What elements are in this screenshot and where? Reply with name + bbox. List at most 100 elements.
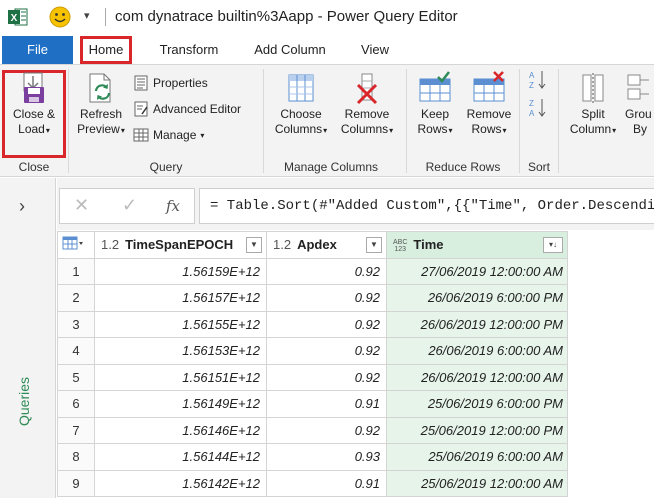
excel-icon[interactable]: X (8, 8, 28, 26)
svg-text:A: A (529, 109, 535, 118)
column-type-decimal[interactable]: 1.2 (273, 237, 291, 252)
cell-timespanepoch[interactable]: 1.56142E+12 (94, 469, 267, 497)
properties-label: Properties (153, 76, 208, 90)
properties-button[interactable]: Properties (133, 72, 208, 94)
cell-apdex[interactable]: 0.92 (266, 284, 387, 312)
formula-input[interactable]: = Table.Sort(#"Added Custom",{{"Time", O… (199, 188, 654, 224)
column-filter-dropdown-icon[interactable]: ▼ (366, 237, 382, 253)
title-bar: X ▾ com dynatrace builtin%3Aapp - Power … (0, 0, 654, 34)
tab-file[interactable]: File (2, 36, 73, 64)
refresh-label-2: Preview▾ (77, 122, 125, 136)
cell-apdex[interactable]: 0.92 (266, 363, 387, 391)
table-row[interactable]: 7 1.56146E+12 0.92 25/06/2019 12:00:00 PM (57, 416, 568, 444)
sort-descending-icon: Z A (529, 99, 546, 118)
row-number[interactable]: 9 (57, 469, 95, 497)
column-header-apdex[interactable]: 1.2 Apdex ▼ (266, 231, 387, 259)
tab-add-column[interactable]: Add Column (245, 36, 335, 64)
cell-time[interactable]: 27/06/2019 12:00:00 AM (386, 257, 568, 285)
row-number[interactable]: 6 (57, 390, 95, 418)
column-type-any-icon[interactable]: ABC 123 (393, 239, 407, 253)
cell-apdex[interactable]: 0.91 (266, 469, 387, 497)
cell-time[interactable]: 25/06/2019 6:00:00 AM (386, 443, 568, 471)
quick-access-dropdown-icon[interactable]: ▾ (84, 9, 96, 23)
table-row[interactable]: 9 1.56142E+12 0.91 25/06/2019 12:00:00 AM (57, 469, 568, 497)
refresh-preview-button[interactable]: Refresh Preview▾ (71, 71, 131, 138)
cell-time[interactable]: 26/06/2019 12:00:00 PM (386, 310, 568, 338)
row-number[interactable]: 8 (57, 443, 95, 471)
row-number[interactable]: 2 (57, 284, 95, 312)
column-header-timespanepoch[interactable]: 1.2 TimeSpanEPOCH ▼ (94, 231, 267, 259)
remove-rows-button[interactable]: Remove Rows▾ (461, 71, 517, 138)
sort-ascending-button[interactable]: A Z (528, 69, 552, 91)
query-group-label: Query (149, 160, 183, 174)
query-table: 1.2 TimeSpanEPOCH ▼ 1.2 Apdex ▼ ABC 123 Time… (57, 231, 568, 497)
table-row[interactable]: 4 1.56153E+12 0.92 26/06/2019 6:00:00 AM (57, 337, 568, 365)
remove-columns-icon (356, 73, 378, 105)
table-row[interactable]: 1 1.56159E+12 0.92 27/06/2019 12:00:00 AM (57, 257, 568, 285)
cell-time[interactable]: 25/06/2019 12:00:00 PM (386, 416, 568, 444)
row-number[interactable]: 5 (57, 363, 95, 391)
cell-apdex[interactable]: 0.91 (266, 390, 387, 418)
remove-columns-label-1: Remove (344, 107, 390, 121)
cell-timespanepoch[interactable]: 1.56153E+12 (94, 337, 267, 365)
smiley-feedback-icon[interactable] (49, 6, 71, 28)
column-filter-dropdown-icon[interactable]: ▼ (246, 237, 262, 253)
split-column-button[interactable]: Split Column▾ (565, 71, 621, 138)
table-row[interactable]: 2 1.56157E+12 0.92 26/06/2019 6:00:00 PM (57, 284, 568, 312)
commit-formula-icon[interactable]: ✓ (122, 195, 137, 216)
split-column-label-2: Column▾ (569, 122, 617, 136)
cell-timespanepoch[interactable]: 1.56144E+12 (94, 443, 267, 471)
column-header-time[interactable]: ABC 123 Time ▾↓ (386, 231, 568, 259)
tab-home[interactable]: Home (80, 36, 132, 64)
cell-time[interactable]: 25/06/2019 6:00:00 PM (386, 390, 568, 418)
close-group-label: Close (18, 160, 50, 174)
sort-descending-filter-icon[interactable]: ▾↓ (543, 237, 563, 253)
row-number[interactable]: 3 (57, 310, 95, 338)
sort-descending-button[interactable]: Z A (528, 97, 552, 119)
manage-dropdown-icon: ▾ (200, 130, 205, 140)
cell-timespanepoch[interactable]: 1.56149E+12 (94, 390, 267, 418)
column-type-decimal[interactable]: 1.2 (101, 237, 119, 252)
cell-apdex[interactable]: 0.92 (266, 257, 387, 285)
queries-label[interactable]: Queries (16, 377, 32, 426)
manage-button[interactable]: Manage ▾ (133, 124, 204, 146)
cell-timespanepoch[interactable]: 1.56151E+12 (94, 363, 267, 391)
formula-bar: ✕ ✓ fx = Table.Sort(#"Added Custom",{{"T… (57, 178, 654, 230)
advanced-editor-button[interactable]: Advanced Editor (133, 98, 241, 120)
remove-rows-label-1: Remove (466, 107, 512, 121)
row-number[interactable]: 4 (57, 337, 95, 365)
close-load-button[interactable]: Close & Load▾ (5, 71, 63, 138)
reduce-rows-group: Keep Rows▾ Remove Rows▾ Reduce Rows (407, 65, 519, 177)
group-by-button[interactable]: Grou By (625, 71, 654, 137)
table-row[interactable]: 3 1.56155E+12 0.92 26/06/2019 12:00:00 PM (57, 310, 568, 338)
cell-time[interactable]: 26/06/2019 12:00:00 AM (386, 363, 568, 391)
table-row[interactable]: 6 1.56149E+12 0.91 25/06/2019 6:00:00 PM (57, 390, 568, 418)
row-number[interactable]: 7 (57, 416, 95, 444)
cell-timespanepoch[interactable]: 1.56157E+12 (94, 284, 267, 312)
table-row[interactable]: 5 1.56151E+12 0.92 26/06/2019 12:00:00 AM (57, 363, 568, 391)
choose-columns-button[interactable]: Choose Columns▾ (268, 71, 334, 138)
cell-timespanepoch[interactable]: 1.56146E+12 (94, 416, 267, 444)
cell-apdex[interactable]: 0.92 (266, 337, 387, 365)
keep-rows-button[interactable]: Keep Rows▾ (409, 71, 461, 138)
fx-icon[interactable]: fx (166, 197, 180, 215)
cell-apdex[interactable]: 0.92 (266, 310, 387, 338)
manage-columns-group-label: Manage Columns (283, 160, 379, 174)
keep-rows-icon (419, 71, 451, 102)
row-number[interactable]: 1 (57, 257, 95, 285)
cell-apdex[interactable]: 0.93 (266, 443, 387, 471)
cell-apdex[interactable]: 0.92 (266, 416, 387, 444)
cell-time[interactable]: 25/06/2019 12:00:00 AM (386, 469, 568, 497)
cell-time[interactable]: 26/06/2019 6:00:00 PM (386, 284, 568, 312)
cell-timespanepoch[interactable]: 1.56155E+12 (94, 310, 267, 338)
expand-queries-chevron-icon[interactable]: › (19, 196, 25, 217)
advanced-editor-label: Advanced Editor (153, 102, 242, 116)
tab-transform[interactable]: Transform (148, 36, 230, 64)
cell-timespanepoch[interactable]: 1.56159E+12 (94, 257, 267, 285)
table-menu-button[interactable] (57, 231, 95, 259)
remove-columns-button[interactable]: Remove Columns▾ (334, 71, 400, 138)
cell-time[interactable]: 26/06/2019 6:00:00 AM (386, 337, 568, 365)
table-row[interactable]: 8 1.56144E+12 0.93 25/06/2019 6:00:00 AM (57, 443, 568, 471)
cancel-formula-icon[interactable]: ✕ (74, 195, 89, 216)
tab-view[interactable]: View (350, 36, 400, 64)
